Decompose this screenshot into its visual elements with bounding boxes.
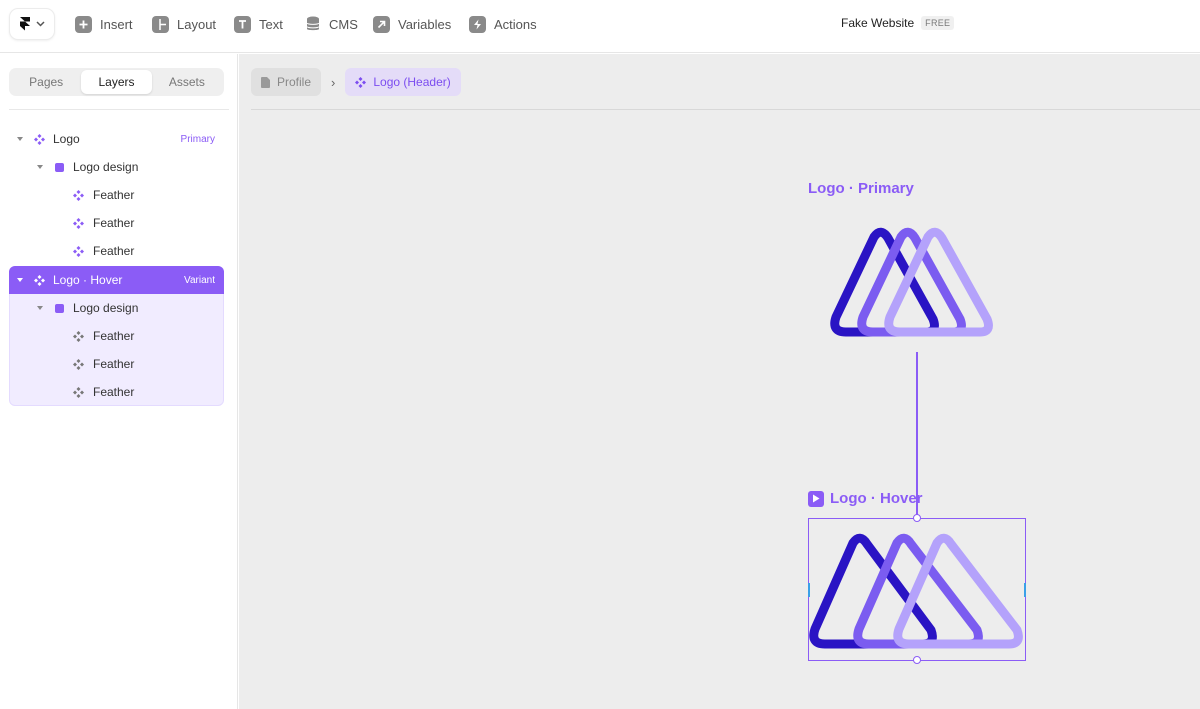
component-instance-icon <box>72 189 84 201</box>
logo-primary[interactable] <box>808 224 998 344</box>
breadcrumb-profile[interactable]: Profile <box>251 68 322 96</box>
insert-button[interactable]: Insert <box>75 15 133 33</box>
layer-row-feather[interactable]: Feather <box>9 378 224 406</box>
layer-name: Logo design <box>73 301 139 315</box>
component-instance-icon <box>72 245 84 257</box>
component-icon <box>33 274 45 286</box>
variables-button[interactable]: Variables <box>373 15 451 33</box>
layer-name: Logo <box>53 132 80 146</box>
actions-label: Actions <box>494 16 537 32</box>
framer-logo-icon <box>20 17 30 31</box>
resize-handle-bottom[interactable] <box>913 656 921 664</box>
frame-label-primary[interactable]: Logo · Primary <box>808 180 914 197</box>
caret-down-icon[interactable] <box>16 276 24 284</box>
text-button[interactable]: Text <box>234 15 283 33</box>
plus-square-icon <box>75 15 92 33</box>
layer-row-logo[interactable]: Logo Primary <box>9 125 224 153</box>
layer-name: Feather <box>93 188 135 202</box>
insert-label: Insert <box>100 16 133 32</box>
variant-tag: Variant <box>184 274 215 286</box>
layer-row-feather[interactable]: Feather <box>9 322 224 350</box>
resize-handle-left[interactable] <box>808 583 810 597</box>
layer-row-feather[interactable]: Feather <box>9 237 224 265</box>
layer-name: Feather <box>93 216 135 230</box>
breadcrumb-label: Profile <box>277 75 312 89</box>
chevron-right-icon: › <box>331 74 336 90</box>
page-icon <box>261 76 270 88</box>
tab-pages[interactable]: Pages <box>11 70 81 94</box>
component-instance-icon <box>72 330 84 342</box>
layer-row-logo-design[interactable]: Logo design <box>9 294 224 322</box>
app-menu-button[interactable] <box>10 9 54 39</box>
frame-title: Logo · Primary <box>808 180 914 197</box>
layer-row-feather[interactable]: Feather <box>9 181 224 209</box>
caret-down-icon[interactable] <box>16 135 24 143</box>
primary-tag: Primary <box>180 133 215 145</box>
cms-label: CMS <box>329 16 358 32</box>
arrow-up-right-icon <box>373 15 390 33</box>
component-instance-icon <box>72 358 84 370</box>
layout-label: Layout <box>177 16 217 32</box>
logo-hover <box>809 533 1023 649</box>
frame-label-hover[interactable]: Logo · Hover <box>808 490 923 507</box>
text-icon <box>234 15 251 33</box>
layout-icon <box>152 15 169 33</box>
project-title[interactable]: Fake Website FREE <box>841 16 955 30</box>
layer-row-feather[interactable]: Feather <box>9 209 224 237</box>
resize-handle-right[interactable] <box>1024 583 1026 597</box>
frame-title: Logo · Hover <box>830 490 923 507</box>
play-icon <box>808 490 824 507</box>
connection-handle-top[interactable] <box>913 514 921 522</box>
frame-icon <box>53 161 65 173</box>
frame-icon <box>53 302 65 314</box>
canvas-divider <box>251 109 1200 110</box>
layer-row-feather[interactable]: Feather <box>9 350 224 378</box>
project-name: Fake Website <box>841 16 915 30</box>
breadcrumb-logo-header[interactable]: Logo (Header) <box>345 68 461 96</box>
component-instance-icon <box>72 217 84 229</box>
caret-down-icon[interactable] <box>36 304 44 312</box>
panel-divider <box>9 109 229 110</box>
layer-name: Feather <box>93 385 135 399</box>
layer-name: Feather <box>93 357 135 371</box>
layer-row-logo-hover[interactable]: Logo · Hover Variant <box>9 266 224 294</box>
top-toolbar: Insert Layout Text CMS Variables Actions… <box>0 0 1200 53</box>
lightning-icon <box>469 15 486 33</box>
layer-row-logo-design[interactable]: Logo design <box>9 153 224 181</box>
layout-button[interactable]: Layout <box>152 15 216 33</box>
layer-name: Logo design <box>73 160 139 174</box>
database-icon <box>304 16 321 33</box>
selected-frame-hover[interactable] <box>808 518 1026 661</box>
layer-name: Logo · Hover <box>53 273 123 287</box>
caret-down-icon[interactable] <box>36 163 44 171</box>
tab-layers[interactable]: Layers <box>81 70 152 94</box>
breadcrumb: Profile › Logo (Header) <box>251 68 461 96</box>
layer-name: Feather <box>93 329 135 343</box>
component-icon <box>355 76 367 88</box>
text-label: Text <box>259 16 283 32</box>
tab-assets[interactable]: Assets <box>152 70 222 94</box>
component-icon <box>33 133 45 145</box>
chevron-down-icon <box>36 21 45 27</box>
variables-label: Variables <box>398 16 452 32</box>
component-instance-icon <box>72 386 84 398</box>
panel-tabs: Pages Layers Assets <box>9 68 224 96</box>
layer-name: Feather <box>93 244 135 258</box>
cms-button[interactable]: CMS <box>304 15 358 33</box>
breadcrumb-label: Logo (Header) <box>373 75 451 89</box>
canvas[interactable]: Profile › Logo (Header) Logo · Primary L… <box>239 54 1200 709</box>
actions-button[interactable]: Actions <box>469 15 537 33</box>
plan-badge: FREE <box>921 16 955 30</box>
